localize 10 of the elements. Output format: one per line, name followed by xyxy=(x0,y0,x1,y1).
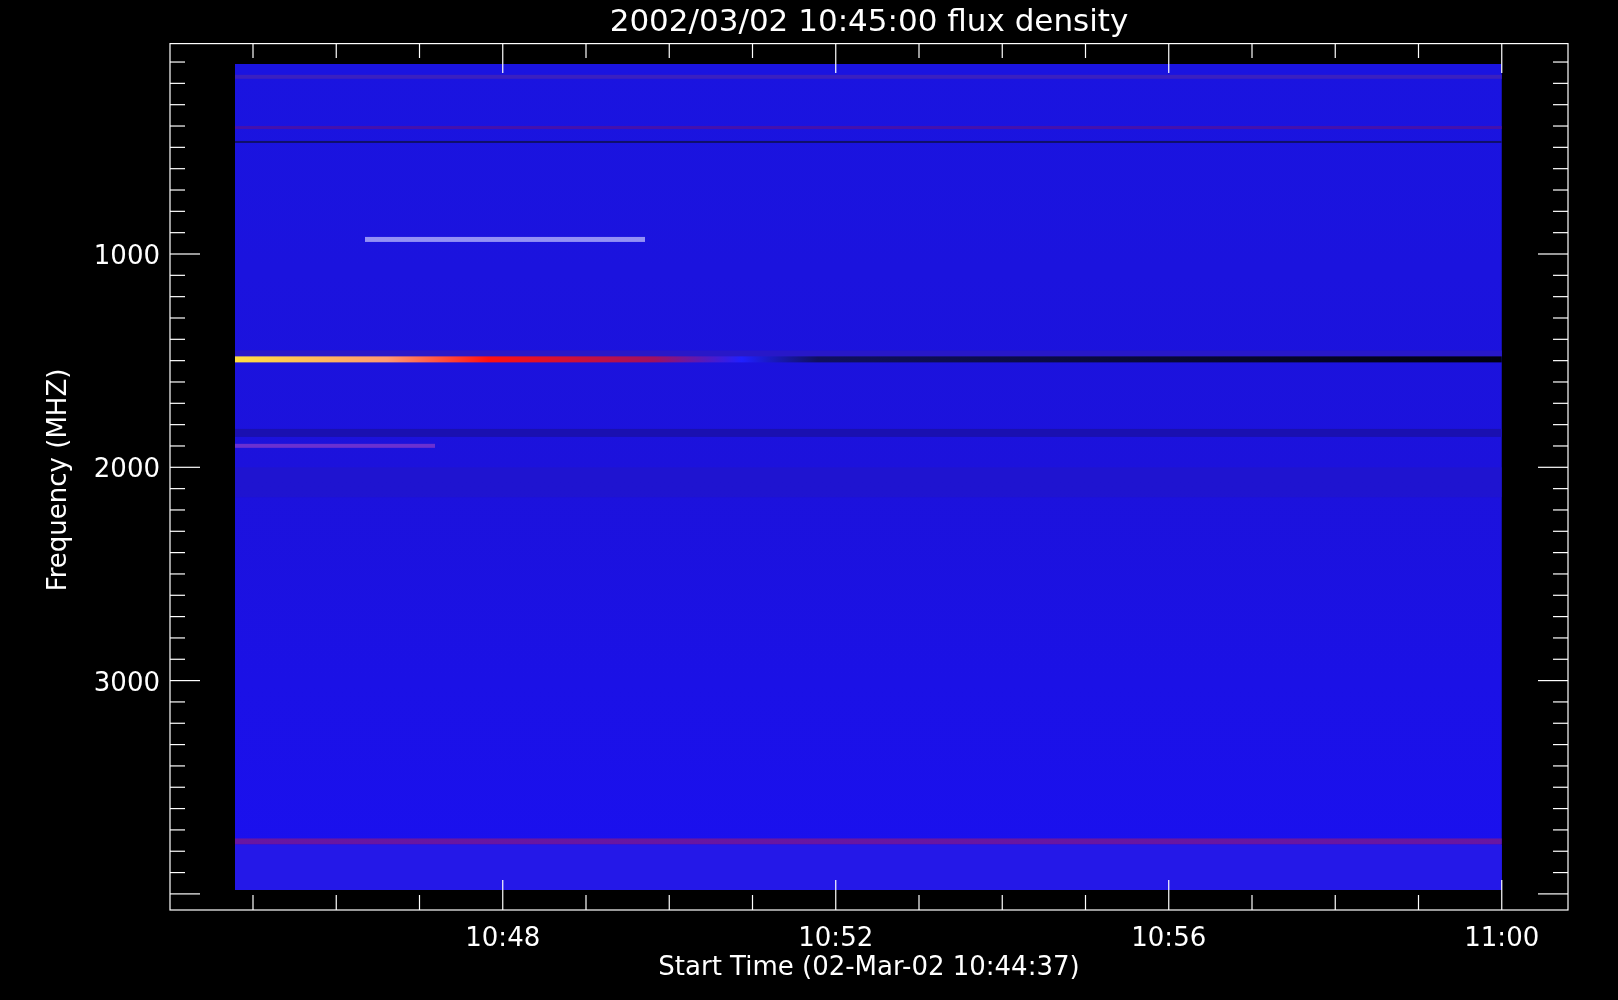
axis-title: Frequency (MHZ) xyxy=(42,368,72,592)
tick-label: 2000 xyxy=(93,453,160,484)
tick-label: 10:56 xyxy=(1131,922,1207,952)
axis-title: Start Time (02-Mar-02 10:44:37) xyxy=(658,951,1080,981)
tick-label: 1000 xyxy=(93,240,160,270)
tick-label: 3000 xyxy=(93,666,160,697)
tick-label: 10:48 xyxy=(465,922,541,952)
tick-label: 10:52 xyxy=(798,922,874,952)
chart-title: 2002/03/02 10:45:00 flux density xyxy=(608,1,1130,40)
tick-label: 11:00 xyxy=(1464,922,1540,952)
